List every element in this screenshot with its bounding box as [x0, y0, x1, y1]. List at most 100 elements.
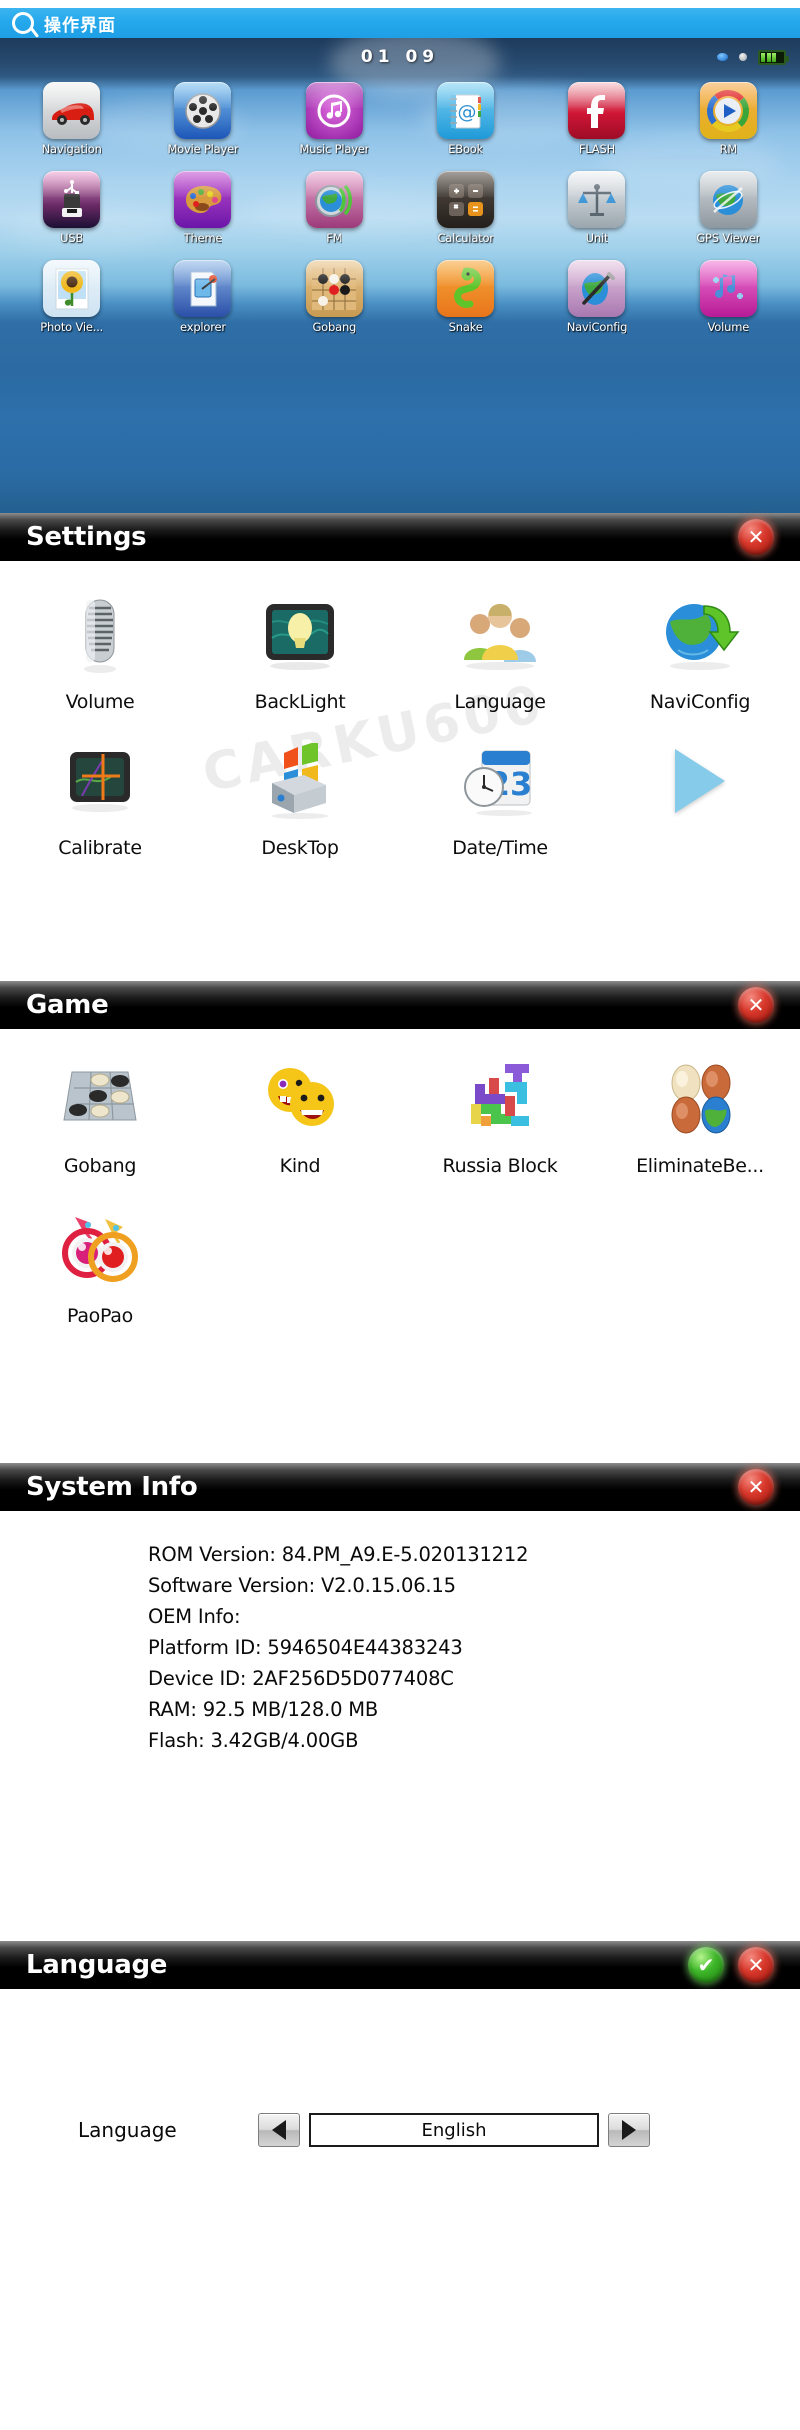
- system-info-header: System Info ✕: [0, 1463, 800, 1511]
- desktop-app-label: Gobang: [312, 320, 357, 334]
- game-item-kind[interactable]: Kind: [200, 1053, 400, 1177]
- settings-item-backlight[interactable]: BackLight: [200, 589, 400, 713]
- tetris-blocks-icon: [454, 1053, 546, 1145]
- game-title: Game: [26, 990, 109, 1020]
- system-info-flash: Flash: 3.42GB/4.00GB: [148, 1729, 359, 1752]
- desktop-app-navigation[interactable]: Navigation: [6, 76, 137, 165]
- palette-icon: [174, 171, 232, 228]
- settings-item-label: BackLight: [254, 691, 346, 713]
- game-row-2: PaoPao: [0, 1177, 800, 1327]
- settings-header: Settings ✕: [0, 513, 800, 561]
- desktop-app-volume[interactable]: Volume: [663, 254, 794, 343]
- game-item-russia-block[interactable]: Russia Block: [400, 1053, 600, 1177]
- desktop-app-gps-viewer[interactable]: GPS Viewer: [663, 165, 794, 254]
- desktop-app-label: Calculator: [437, 231, 494, 245]
- system-info-rom-version: ROM Version: 84.PM_A9.E-5.020131212: [148, 1543, 529, 1566]
- sunflower-photo-icon: [43, 260, 101, 317]
- globe-arrow-icon: [654, 589, 746, 681]
- desktop-app-label: RM: [719, 142, 738, 156]
- search-icon[interactable]: [0, 8, 44, 38]
- settings-item-language[interactable]: Language: [400, 589, 600, 713]
- file-explorer-icon: [174, 260, 232, 317]
- language-value[interactable]: English: [309, 2113, 599, 2147]
- section-divider: [0, 1893, 800, 1941]
- language-title: Language: [26, 1950, 168, 1980]
- gobang-board-icon: [305, 260, 363, 317]
- desktop-app-calculator[interactable]: Calculator: [400, 165, 531, 254]
- settings-item-volume[interactable]: Volume: [0, 589, 200, 713]
- desktop-app-ebook[interactable]: @ EBook: [400, 76, 531, 165]
- search-lens-icon: [12, 12, 34, 34]
- desktop-app-label: Unit: [585, 231, 609, 245]
- game-item-label: Kind: [279, 1155, 321, 1177]
- section-divider: [0, 951, 800, 981]
- realplayer-icon: [699, 82, 757, 139]
- calculator-keys-icon: [437, 171, 495, 228]
- settings-title: Settings: [26, 522, 147, 552]
- desktop-app-label: Photo Vie...: [40, 320, 104, 334]
- windows-desktop-icon: [254, 735, 346, 827]
- desktop-app-label: Volume: [707, 320, 750, 334]
- settings-item-date-time[interactable]: 23 Date/Time: [400, 735, 600, 859]
- gobang-board-icon: [54, 1053, 146, 1145]
- desktop-app-label: Navigation: [41, 142, 102, 156]
- desktop-app-label: Theme: [183, 231, 223, 245]
- desktop-app-unit[interactable]: Unit: [531, 165, 662, 254]
- game-item-paopao[interactable]: PaoPao: [0, 1203, 200, 1327]
- next-page-arrow-icon: [654, 735, 746, 827]
- desktop-app-explorer[interactable]: explorer: [137, 254, 268, 343]
- game-item-label: Russia Block: [442, 1155, 558, 1177]
- language-next-button[interactable]: [608, 2113, 650, 2147]
- game-item-eliminate-bead[interactable]: EliminateBe...: [600, 1053, 800, 1177]
- settings-row-2: Calibrate DeskTop 23 Date/Time: [0, 713, 800, 859]
- desktop-app-snake[interactable]: Snake: [400, 254, 531, 343]
- game-item-label: PaoPao: [67, 1305, 133, 1327]
- desktop-app-flash[interactable]: FLASH: [531, 76, 662, 165]
- desktop-app-music-player[interactable]: Music Player: [269, 76, 400, 165]
- game-header: Game ✕: [0, 981, 800, 1029]
- settings-item-desktop[interactable]: DeskTop: [200, 735, 400, 859]
- system-info-body: ROM Version: 84.PM_A9.E-5.020131212 Soft…: [0, 1511, 800, 1893]
- desktop-app-theme[interactable]: Theme: [137, 165, 268, 254]
- signal-dot-blue-icon: [717, 53, 728, 61]
- language-header: Language ✔ ✕: [0, 1941, 800, 1989]
- section-divider: [0, 1425, 800, 1463]
- settings-item-label: Date/Time: [452, 837, 548, 859]
- game-close-button[interactable]: ✕: [738, 987, 774, 1023]
- desktop-app-movie-player[interactable]: Movie Player: [137, 76, 268, 165]
- game-row-1: Gobang Kind Russia Block EliminateBe...: [0, 1029, 800, 1177]
- language-header-buttons: ✔ ✕: [688, 1941, 774, 1989]
- desktop-app-label: Snake: [448, 320, 483, 334]
- system-info-platform-id: Platform ID: 5946504E44383243: [148, 1636, 463, 1659]
- game-header-buttons: ✕: [738, 981, 774, 1029]
- clock-display: 01 09: [360, 47, 440, 67]
- language-close-button[interactable]: ✕: [738, 1947, 774, 1983]
- settings-next-page-button[interactable]: [600, 735, 800, 859]
- desktop-app-label: GPS Viewer: [696, 231, 761, 245]
- desktop-app-rm[interactable]: RM: [663, 76, 794, 165]
- settings-close-button[interactable]: ✕: [738, 519, 774, 555]
- desktop-app-naviconfig[interactable]: NaviConfig: [531, 254, 662, 343]
- desktop-app-gobang[interactable]: Gobang: [269, 254, 400, 343]
- settings-item-calibrate[interactable]: Calibrate: [0, 735, 200, 859]
- settings-item-naviconfig[interactable]: NaviConfig: [600, 589, 800, 713]
- system-info-list: ROM Version: 84.PM_A9.E-5.020131212 Soft…: [0, 1511, 800, 1756]
- smiley-faces-icon: [254, 1053, 346, 1145]
- game-body: Gobang Kind Russia Block EliminateBe... …: [0, 1029, 800, 1425]
- language-prev-button[interactable]: [258, 2113, 300, 2147]
- settings-item-label: DeskTop: [261, 837, 339, 859]
- system-info-close-button[interactable]: ✕: [738, 1469, 774, 1505]
- system-info-oem-info: OEM Info:: [148, 1605, 241, 1628]
- settings-panel: Settings ✕ CARKU600 Volume BackLight Lan…: [0, 513, 800, 951]
- settings-body: CARKU600 Volume BackLight Language NaviC…: [0, 561, 800, 951]
- language-confirm-button[interactable]: ✔: [688, 1947, 724, 1983]
- desktop-app-photo-viewer[interactable]: Photo Vie...: [6, 254, 137, 343]
- game-item-gobang[interactable]: Gobang: [0, 1053, 200, 1177]
- flash-f-icon: [568, 82, 626, 139]
- desktop-app-fm[interactable]: FM: [269, 165, 400, 254]
- window-title: 操作界面: [44, 15, 116, 36]
- globe-radio-icon: [305, 171, 363, 228]
- desktop-app-label: Music Player: [299, 142, 370, 156]
- desktop-row-2: USB Theme FM Calculator Unit GPS Viewer: [0, 165, 800, 254]
- desktop-app-usb[interactable]: USB: [6, 165, 137, 254]
